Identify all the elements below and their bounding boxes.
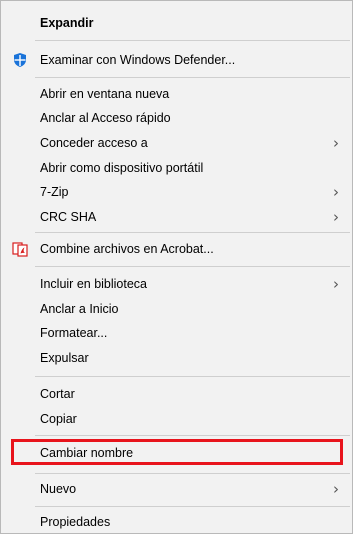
menu-item-label: Anclar a Inicio [40,302,119,316]
menu-item-label: Expulsar [40,351,89,365]
menu-item-label: Examinar con Windows Defender... [40,53,236,67]
menu-separator [35,77,350,78]
menu-item-label: Conceder acceso a [40,136,148,150]
menu-separator [35,435,350,436]
submenu-chevron-icon: › [333,480,339,498]
menu-item-label: Incluir en biblioteca [40,277,148,291]
menu-item-label: Expandir [40,16,94,30]
menu-separator [35,40,350,41]
menu-item-abrir-dispositivo-portatil[interactable]: Abrir como dispositivo portátil [2,157,351,179]
menu-item-label: CRC SHA [40,210,97,224]
menu-item-label: Combine archivos en Acrobat... [40,242,214,256]
menu-separator [35,266,350,267]
menu-item-combine-acrobat[interactable]: Combine archivos en Acrobat... [2,238,351,260]
menu-item-windows-defender[interactable]: Examinar con Windows Defender... [2,49,351,71]
menu-item-propiedades[interactable]: Propiedades [2,511,351,533]
menu-item-label: Propiedades [40,515,111,529]
menu-item-crc-sha[interactable]: CRC SHA › [2,206,351,228]
menu-item-label: 7-Zip [40,185,69,199]
menu-item-incluir-biblioteca[interactable]: Incluir en biblioteca › [2,273,351,295]
highlight-box [11,439,343,465]
menu-item-label: Copiar [40,412,77,426]
menu-item-anclar-inicio[interactable]: Anclar a Inicio [2,298,351,320]
menu-item-label: Cortar [40,387,75,401]
menu-item-conceder-acceso[interactable]: Conceder acceso a › [2,132,351,154]
submenu-chevron-icon: › [333,208,339,226]
submenu-chevron-icon: › [333,134,339,152]
menu-item-copiar[interactable]: Copiar [2,408,351,430]
menu-item-nuevo[interactable]: Nuevo › [2,478,351,500]
menu-separator [35,376,350,377]
menu-item-expandir[interactable]: Expandir [2,12,351,34]
windows-defender-shield-icon [12,52,28,68]
menu-item-label: Abrir en ventana nueva [40,87,170,101]
menu-separator [35,473,350,474]
submenu-chevron-icon: › [333,275,339,293]
menu-item-label: Formatear... [40,326,108,340]
menu-separator [35,232,350,233]
menu-item-7-zip[interactable]: 7-Zip › [2,181,351,203]
menu-item-label: Nuevo [40,482,77,496]
menu-item-expulsar[interactable]: Expulsar [2,347,351,369]
menu-separator [35,506,350,507]
menu-item-abrir-ventana-nueva[interactable]: Abrir en ventana nueva [2,83,351,105]
menu-item-cortar[interactable]: Cortar [2,383,351,405]
acrobat-combine-icon [12,241,28,257]
menu-item-anclar-acceso-rapido[interactable]: Anclar al Acceso rápido [2,107,351,129]
menu-item-formatear[interactable]: Formatear... [2,322,351,344]
menu-item-label: Anclar al Acceso rápido [40,111,171,125]
submenu-chevron-icon: › [333,183,339,201]
menu-item-label: Abrir como dispositivo portátil [40,161,204,175]
